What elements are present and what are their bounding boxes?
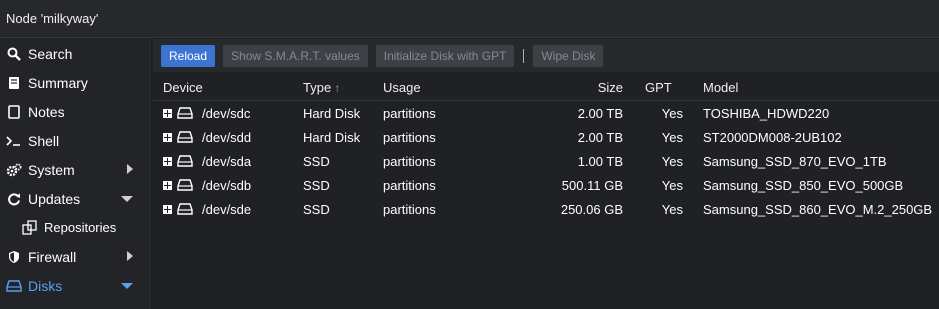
window-title: Node 'milkyway' xyxy=(6,11,99,26)
disk-size: 500.11 GB xyxy=(561,177,623,193)
chevron-down-icon[interactable] xyxy=(121,283,133,289)
disks-panel: Reload Show S.M.A.R.T. values Initialize… xyxy=(153,39,939,309)
gears-icon xyxy=(6,162,22,178)
expand-icon[interactable] xyxy=(163,108,172,118)
sort-ascending-icon: ↑ xyxy=(334,81,341,95)
sidebar-item-notes[interactable]: Notes xyxy=(0,97,149,126)
chevron-right-icon[interactable] xyxy=(127,164,133,174)
toolbar: Reload Show S.M.A.R.T. values Initialize… xyxy=(153,39,939,72)
chevron-down-icon[interactable] xyxy=(121,196,133,202)
disk-gpt: Yes xyxy=(661,129,683,145)
column-header-size[interactable]: Size xyxy=(493,80,623,95)
device-name: /dev/sde xyxy=(202,201,252,217)
table-row[interactable]: /dev/sdc Hard Disk partitions 2.00 TB Ye… xyxy=(153,101,939,125)
sidebar-item-label: Summary xyxy=(28,74,88,91)
column-header-device[interactable]: Device xyxy=(153,80,303,95)
table-row[interactable]: /dev/sdd Hard Disk partitions 2.00 TB Ye… xyxy=(153,125,939,149)
hard-drive-icon xyxy=(177,203,193,215)
disk-size: 1.00 TB xyxy=(577,153,623,169)
initialize-disk-gpt-button[interactable]: Initialize Disk with GPT xyxy=(375,44,515,67)
hard-drive-icon xyxy=(177,107,193,119)
toolbar-separator xyxy=(523,48,525,63)
disk-type: SSD xyxy=(303,177,330,193)
disk-type: Hard Disk xyxy=(303,129,361,145)
column-header-usage[interactable]: Usage xyxy=(383,80,493,95)
device-name: /dev/sda xyxy=(202,153,252,169)
device-name: /dev/sdc xyxy=(202,105,251,121)
disk-size: 2.00 TB xyxy=(577,105,623,121)
hard-drive-icon xyxy=(177,155,193,167)
sidebar-item-label: Updates xyxy=(28,190,81,207)
table-row[interactable]: /dev/sda SSD partitions 1.00 TB Yes Sams… xyxy=(153,149,939,173)
expand-icon[interactable] xyxy=(163,180,172,190)
column-header-model[interactable]: Model xyxy=(683,80,939,95)
disk-model: Samsung_SSD_860_EVO_M.2_250GB xyxy=(703,201,933,217)
disk-size: 250.06 GB xyxy=(560,201,623,217)
sidebar-item-system[interactable]: System xyxy=(0,155,149,184)
sidebar-item-repositories[interactable]: Repositories xyxy=(0,213,149,242)
disk-type: SSD xyxy=(303,153,330,169)
sidebar-item-label: Firewall xyxy=(28,248,77,265)
expand-icon[interactable] xyxy=(163,156,172,166)
disk-usage: partitions xyxy=(383,153,436,169)
grid-header: Device Type ↑ Usage Size GPT Model xyxy=(153,75,939,101)
disk-gpt: Yes xyxy=(661,105,683,121)
sidebar-item-label: Shell xyxy=(28,132,60,149)
disk-usage: partitions xyxy=(383,177,436,193)
hard-drive-icon xyxy=(6,278,22,294)
device-name: /dev/sdb xyxy=(202,177,252,193)
sidebar-item-label: Search xyxy=(28,45,73,62)
search-icon xyxy=(6,46,22,62)
wipe-disk-button[interactable]: Wipe Disk xyxy=(533,44,604,67)
disk-usage: partitions xyxy=(383,129,436,145)
sidebar-item-updates[interactable]: Updates xyxy=(0,184,149,213)
sidebar-item-shell[interactable]: Shell xyxy=(0,126,149,155)
book-icon xyxy=(6,75,22,91)
disk-gpt: Yes xyxy=(661,201,683,217)
window-title-bar: Node 'milkyway' xyxy=(0,0,939,38)
note-icon xyxy=(6,104,22,120)
disk-type: Hard Disk xyxy=(303,105,361,121)
column-header-type[interactable]: Type ↑ xyxy=(303,80,383,95)
disk-model: Samsung_SSD_870_EVO_1TB xyxy=(703,153,887,169)
sidebar-item-label: Notes xyxy=(28,103,65,120)
sidebar-item-disks[interactable]: Disks xyxy=(0,271,149,300)
disk-model: ST2000DM008-2UB102 xyxy=(703,129,842,145)
sidebar-item-search[interactable]: Search xyxy=(0,39,149,68)
disk-model: Samsung_SSD_850_EVO_500GB xyxy=(703,177,904,193)
sidebar-item-label: Disks xyxy=(28,277,63,294)
terminal-icon xyxy=(6,133,22,149)
disk-model: TOSHIBA_HDWD220 xyxy=(703,105,830,121)
disk-grid: Device Type ↑ Usage Size GPT Model /dev/s… xyxy=(153,75,939,221)
device-name: /dev/sdd xyxy=(202,129,252,145)
sidebar-item-label: Repositories xyxy=(44,220,117,235)
sidebar-item-firewall[interactable]: Firewall xyxy=(0,242,149,271)
show-smart-values-button[interactable]: Show S.M.A.R.T. values xyxy=(223,44,368,67)
sidebar-item-label: System xyxy=(28,161,75,178)
shield-icon xyxy=(6,249,22,265)
repositories-icon xyxy=(22,220,38,236)
sidebar: Search Summary Notes Shell System Update… xyxy=(0,39,150,309)
disk-type: SSD xyxy=(303,201,330,217)
sidebar-item-summary[interactable]: Summary xyxy=(0,68,149,97)
column-header-gpt[interactable]: GPT xyxy=(623,80,683,95)
reload-button[interactable]: Reload xyxy=(161,44,216,67)
disk-gpt: Yes xyxy=(661,177,683,193)
expand-icon[interactable] xyxy=(163,204,172,214)
expand-icon[interactable] xyxy=(163,132,172,142)
table-row[interactable]: /dev/sde SSD partitions 250.06 GB Yes Sa… xyxy=(153,197,939,221)
disk-usage: partitions xyxy=(383,201,436,217)
hard-drive-icon xyxy=(177,131,193,143)
disk-size: 2.00 TB xyxy=(577,129,623,145)
disk-usage: partitions xyxy=(383,105,436,121)
chevron-right-icon[interactable] xyxy=(127,251,133,261)
refresh-icon xyxy=(6,191,22,207)
disk-gpt: Yes xyxy=(661,153,683,169)
hard-drive-icon xyxy=(177,179,193,191)
table-row[interactable]: /dev/sdb SSD partitions 500.11 GB Yes Sa… xyxy=(153,173,939,197)
